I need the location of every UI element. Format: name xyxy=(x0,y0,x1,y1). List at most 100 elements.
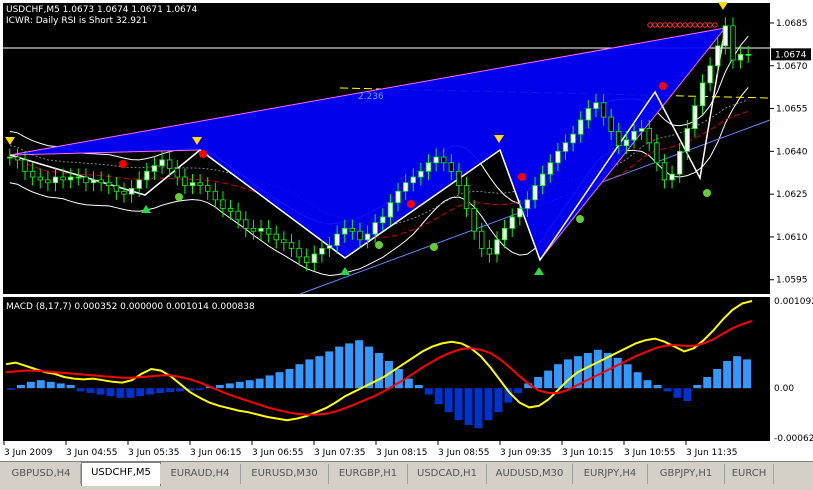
macd-histogram-bar xyxy=(613,357,622,389)
macd-histogram-bar xyxy=(474,388,483,429)
candle-body xyxy=(722,25,729,47)
candle-body xyxy=(395,190,401,204)
candle-body xyxy=(52,176,59,184)
candle-body xyxy=(182,176,188,186)
candle-body xyxy=(29,170,36,178)
candle-body xyxy=(60,176,66,181)
candle-body xyxy=(212,190,219,201)
price-tick-label: 1.0655 xyxy=(776,105,808,115)
candle-body xyxy=(669,173,675,181)
chart-window: 1.0685 1.0670 1.0655 1.0640 1.0625 1.0610 1.05… xyxy=(0,0,813,490)
macd-histogram-bar xyxy=(116,388,125,398)
macd-histogram-bar xyxy=(653,385,662,389)
candle-body xyxy=(7,156,13,159)
candle-body xyxy=(684,128,690,152)
macd-histogram-bar xyxy=(414,385,423,389)
candle-body xyxy=(288,242,295,249)
tab-gbpjpy-h1[interactable]: GBPJPY,H1 xyxy=(648,464,725,484)
candle-body xyxy=(311,253,317,264)
sell-dot xyxy=(659,82,667,90)
macd-histogram-bar xyxy=(554,364,563,389)
price-tick-label: 1.0640 xyxy=(776,147,808,157)
price-chart[interactable]: 1.0685 1.0670 1.0655 1.0640 1.0625 1.0610 1.05… xyxy=(0,0,813,461)
candle-body xyxy=(402,182,409,192)
macd-histogram-bar xyxy=(743,359,751,389)
tab-eurch[interactable]: EURCH xyxy=(725,464,774,484)
candle-body xyxy=(737,53,744,61)
macd-histogram-bar xyxy=(424,388,433,395)
candle-body xyxy=(326,245,333,249)
macd-histogram-bar xyxy=(275,372,284,389)
candle-body xyxy=(631,130,637,141)
time-tick-label: 3 Jun 10:15 xyxy=(562,448,613,458)
macd-histogram-bar xyxy=(295,364,304,389)
candle-body xyxy=(227,208,234,212)
time-tick-label: 3 Jun 06:15 xyxy=(190,448,241,458)
tab-gbpusd-h4[interactable]: GBPUSD,H4 xyxy=(2,464,81,484)
candle-body xyxy=(585,108,592,121)
price-tick-label: 1.0670 xyxy=(776,62,808,72)
candle-body xyxy=(524,199,531,209)
candle-body xyxy=(250,227,257,232)
candle-body xyxy=(539,173,546,186)
macd-histogram-bar xyxy=(16,385,25,389)
candle-body xyxy=(479,230,485,249)
candle-body xyxy=(418,170,424,178)
macd-histogram-bar xyxy=(683,388,692,401)
time-tick-label: 3 Jun 2009 xyxy=(4,448,53,458)
candle-body xyxy=(303,256,310,264)
tab-eurgbp-h1[interactable]: EURGBP,H1 xyxy=(329,464,408,484)
symbol-header: USDCHF,M5 1.0673 1.0674 1.0671 1.0674 xyxy=(6,5,197,15)
candle-body xyxy=(486,247,493,255)
macd-histogram-bar xyxy=(265,375,274,389)
tab-audusd-m30[interactable]: AUDUSD,M30 xyxy=(487,464,573,484)
candle-body xyxy=(151,165,158,172)
tab-euraud-h4[interactable]: EURAUD,H4 xyxy=(160,464,241,484)
macd-histogram-bar xyxy=(404,378,413,389)
macd-histogram-bar xyxy=(235,381,244,389)
buy-dot xyxy=(375,241,383,249)
macd-histogram-bar xyxy=(464,388,473,425)
candle-body xyxy=(349,227,356,232)
macd-histogram-bar xyxy=(215,385,224,389)
candle-body xyxy=(441,156,447,164)
buy-dot xyxy=(703,189,711,197)
candle-body xyxy=(517,208,523,218)
macd-histogram-bar xyxy=(66,385,75,389)
candle-body xyxy=(501,227,508,241)
time-tick-label: 3 Jun 06:55 xyxy=(252,448,303,458)
tab-usdcad-h1[interactable]: USDCAD,H1 xyxy=(408,464,487,484)
candle-body xyxy=(273,233,279,241)
candle-body xyxy=(334,233,340,246)
buy-dot xyxy=(576,215,584,223)
candle-body xyxy=(106,182,112,186)
candle-body xyxy=(616,130,622,147)
buy-dot xyxy=(175,193,183,201)
macd-histogram-bar xyxy=(673,388,682,398)
macd-histogram-bar xyxy=(345,343,354,389)
macd-histogram-bar xyxy=(315,356,324,389)
macd-histogram-bar xyxy=(136,388,145,397)
macd-histogram-bar xyxy=(325,351,334,389)
tab-usdchf-m5[interactable]: USDCHF,M5 xyxy=(81,462,161,486)
time-tick-label: 3 Jun 10:55 xyxy=(624,448,675,458)
macd-histogram-bar xyxy=(26,381,35,389)
candle-body xyxy=(22,159,28,172)
candle-body xyxy=(75,176,82,179)
time-tick-label: 3 Jun 11:35 xyxy=(686,448,737,458)
macd-histogram-bar xyxy=(484,388,493,421)
candle-body xyxy=(608,116,614,132)
candle-body xyxy=(715,45,721,67)
macd-histogram-bar xyxy=(7,388,15,390)
candle-body xyxy=(699,82,706,107)
candle-body xyxy=(342,227,348,235)
macd-histogram-bar xyxy=(723,361,732,389)
candle-body xyxy=(448,162,455,172)
candle-body xyxy=(128,188,135,195)
tab-eurusd-m30[interactable]: EURUSD,M30 xyxy=(241,464,329,484)
candle-body xyxy=(646,128,652,144)
candle-body xyxy=(197,182,203,186)
macd-histogram-bar xyxy=(375,353,383,389)
sell-dot xyxy=(518,173,526,181)
tab-eurjpy-h4[interactable]: EURJPY,H4 xyxy=(573,464,648,484)
